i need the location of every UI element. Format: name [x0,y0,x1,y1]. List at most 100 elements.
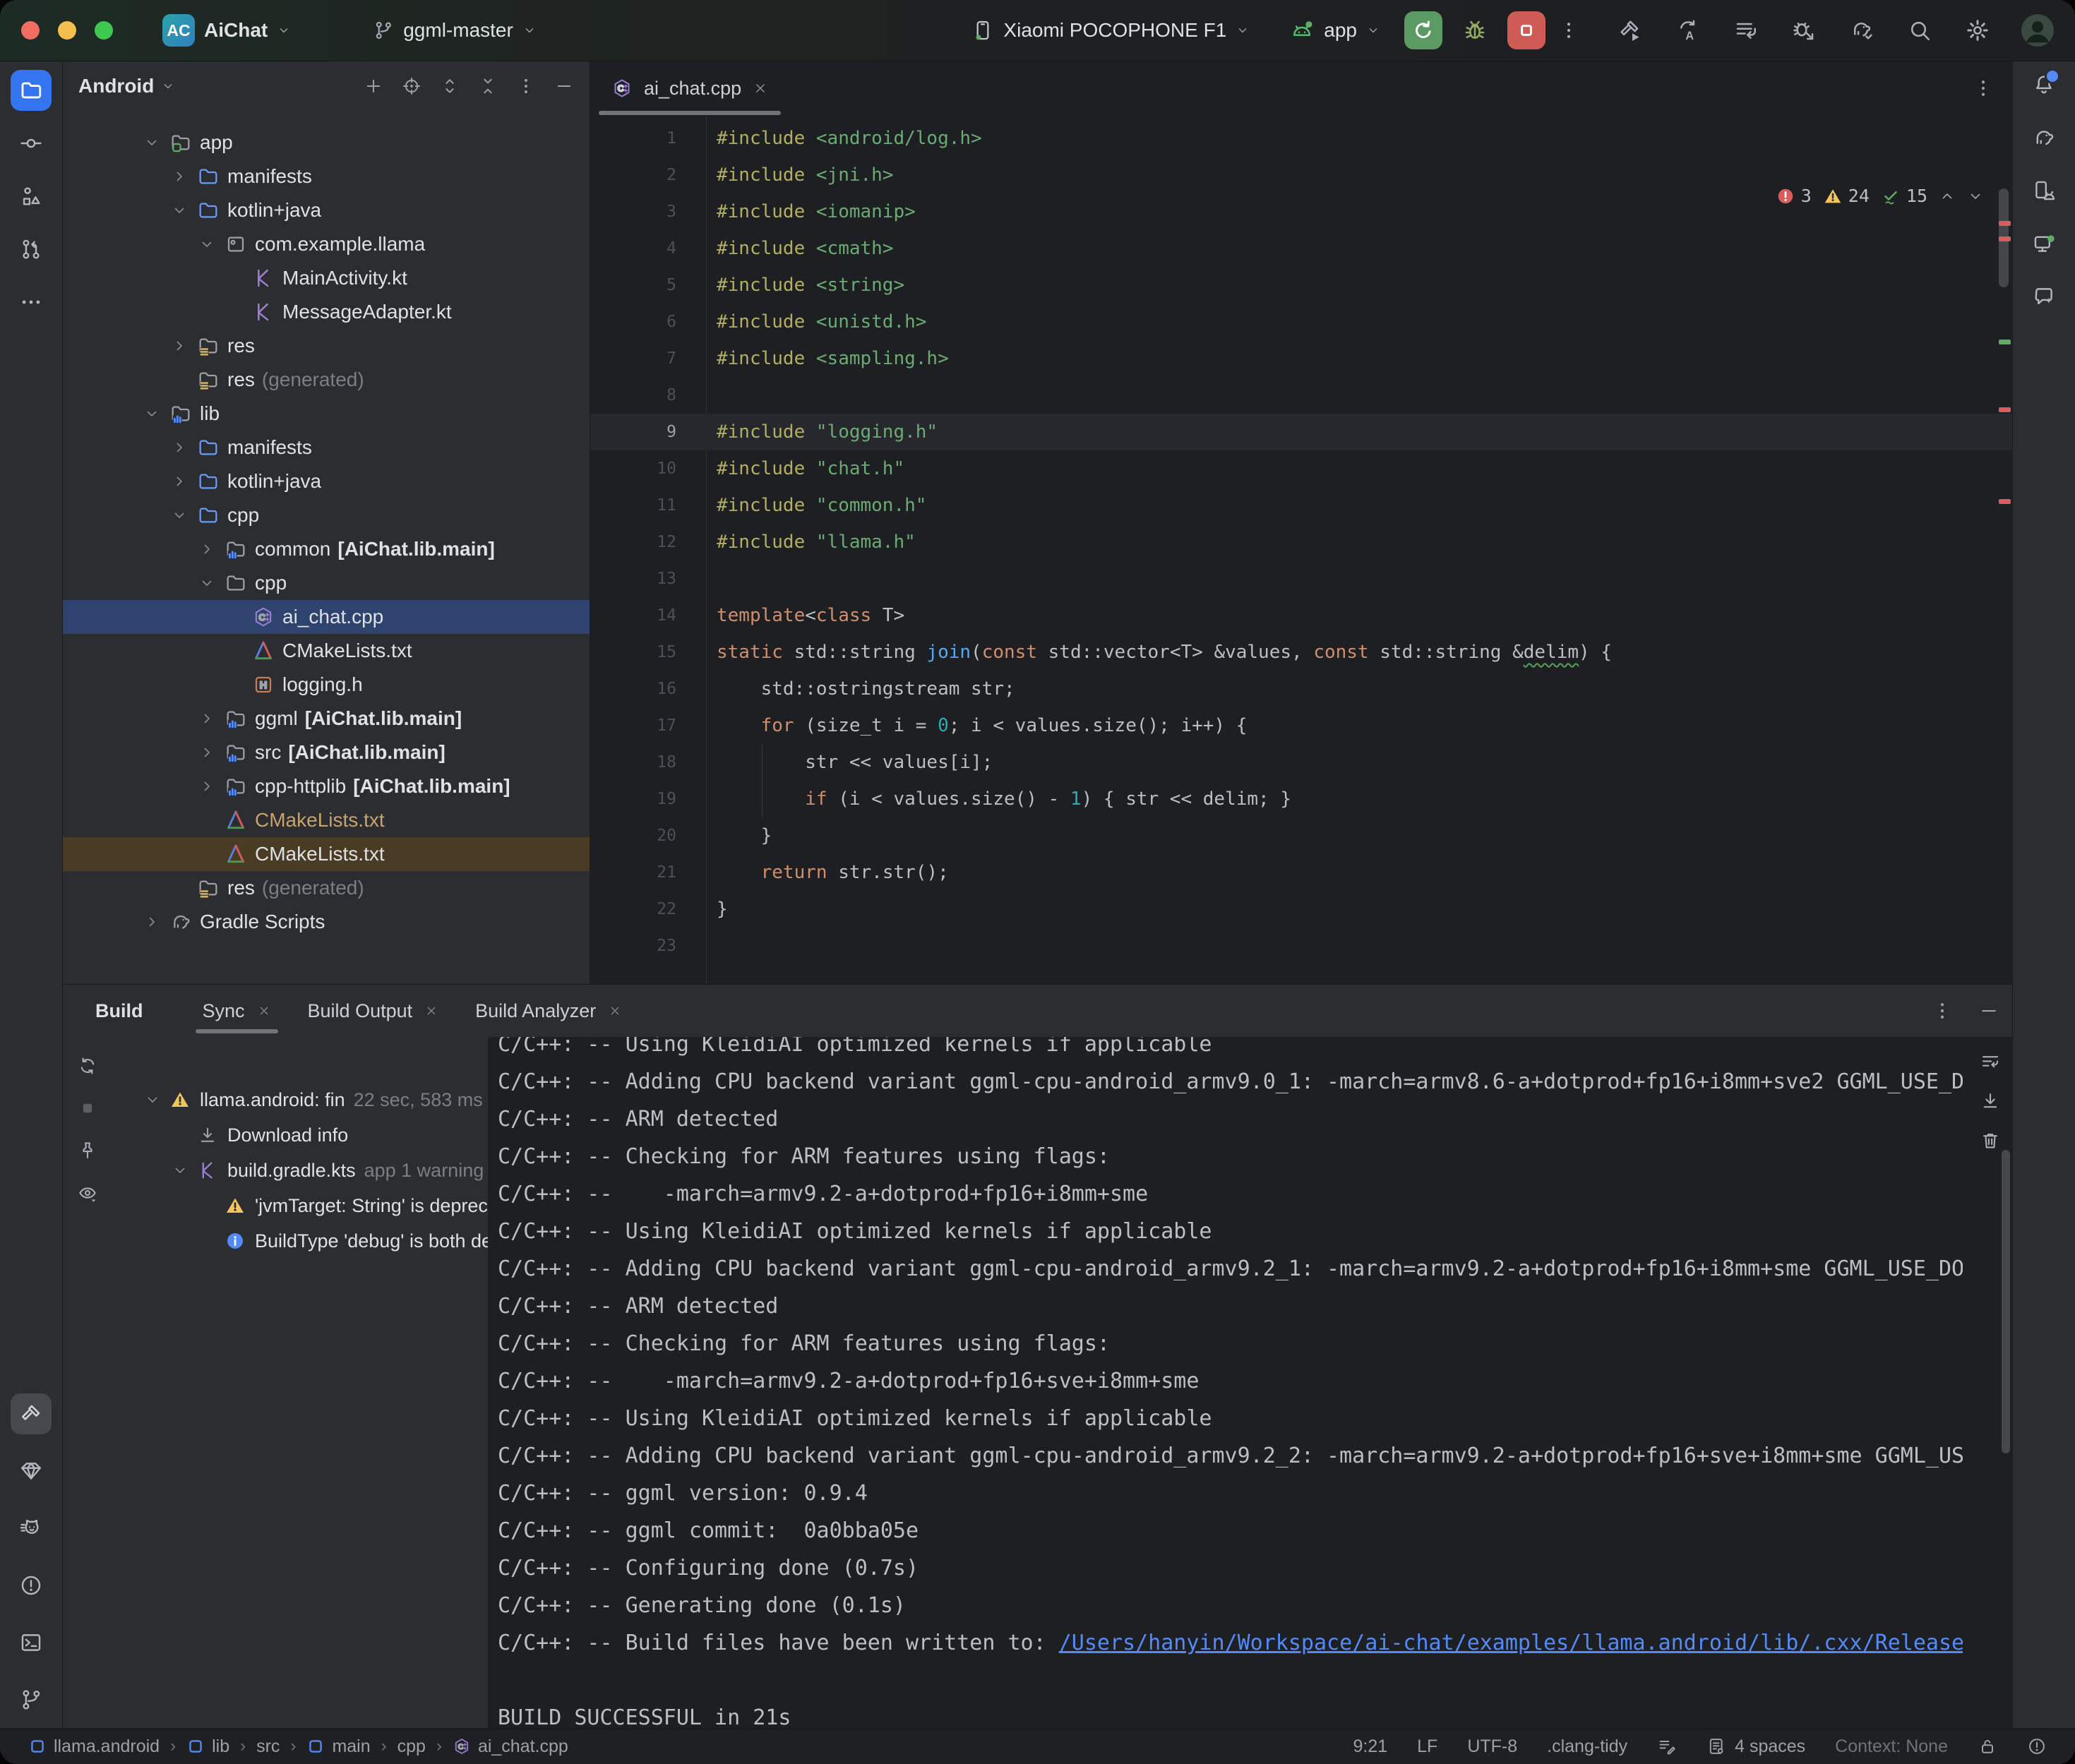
error-stripe-mark[interactable] [1999,236,2011,241]
project-tree-item-manifests[interactable]: manifests [63,160,590,193]
tool-strip-notifications[interactable] [2023,64,2064,105]
project-tree-item-kotlin-java[interactable]: kotlin+java [63,464,590,498]
code-line-19[interactable]: 19 if (i < values.size() - 1) { str << d… [590,781,2012,817]
close-tab-icon[interactable] [257,1004,271,1018]
project-tree-item-common-aichat-lib-main[interactable]: common[AiChat.lib.main] [63,532,590,566]
build-output-console[interactable]: C/C++: -- Using KleidiAI optimized kerne… [488,1037,2012,1729]
errors-count[interactable]: 3 [1776,186,1812,206]
console-scrollbar[interactable] [2002,1150,2010,1453]
code-line-12[interactable]: 12#include "llama.h" [590,524,2012,560]
project-tree-item-cpp[interactable]: cpp [63,566,590,600]
project-tree-item-src-aichat-lib-main[interactable]: src[AiChat.lib.main] [63,736,590,769]
tool-strip-terminal[interactable] [11,1622,52,1663]
tool-strip-problems[interactable] [11,1565,52,1606]
chevron-collapsed-icon[interactable] [194,541,220,558]
scroll-end-icon[interactable] [1980,1091,2001,1112]
warnings-count[interactable]: 24 [1823,186,1870,206]
code-line-10[interactable]: 10#include "chat.h" [590,450,2012,487]
code-line-11[interactable]: 11#include "common.h" [590,487,2012,524]
project-tree-item-res[interactable]: res [63,329,590,363]
chevron-expanded-icon[interactable] [140,1091,165,1108]
chevron-collapsed-icon[interactable] [194,778,220,795]
tool-strip-commit[interactable] [11,123,52,164]
zoom-window-button[interactable] [95,21,113,40]
chevron-collapsed-icon[interactable] [167,473,192,490]
chevron-expanded-icon[interactable] [167,202,192,219]
project-view-selector[interactable]: Android [78,75,154,97]
status-clang-tidy[interactable]: .clang-tidy [1547,1736,1627,1757]
chevron-expanded-icon[interactable] [139,134,165,151]
code-line-9[interactable]: 9#include "logging.h" [590,414,2012,450]
chevron-collapsed-icon[interactable] [194,744,220,761]
chevron-collapsed-icon[interactable] [194,710,220,727]
project-tree-item-lib[interactable]: lib [63,397,590,431]
project-tree-item-gradle-scripts[interactable]: Gradle Scripts [63,905,590,939]
build-tree-item-build-gradle-kts[interactable]: build.gradle.ktsapp 1 warning [112,1153,488,1188]
build-tree-item-download-info[interactable]: Download info [112,1117,488,1153]
plus-icon[interactable] [364,76,383,96]
minus-icon[interactable] [554,76,574,96]
code-line-21[interactable]: 21 return str.str(); [590,854,2012,891]
rerun-button[interactable] [1404,11,1442,49]
breadcrumb-item-lib[interactable]: lib [186,1736,229,1757]
tool-strip-gradle[interactable] [2023,117,2064,158]
run-configuration-selector[interactable]: app [1289,18,1380,43]
code-line-5[interactable]: 5#include <string> [590,267,2012,304]
project-tree-item-kotlin-java[interactable]: kotlin+java [63,193,590,227]
code-line-1[interactable]: 1#include <android/log.h> [590,120,2012,157]
project-tree-item-manifests[interactable]: manifests [63,431,590,464]
user-avatar[interactable] [2021,14,2054,47]
code-line-16[interactable]: 16 std::ostringstream str; [590,671,2012,707]
search-icon[interactable] [1907,18,1932,43]
build-output-path-link[interactable]: /Users/hanyin/Workspace/ai-chat/examples… [1059,1631,1963,1655]
build-tree-item-buildtype-debug-is-both-de[interactable]: BuildType 'debug' is both de [112,1223,488,1259]
pin-icon[interactable] [77,1140,98,1161]
chevron-down-icon[interactable] [161,79,175,93]
close-tab-icon[interactable] [753,80,768,96]
project-tree-item-ai-chat-cpp[interactable]: Cai_chat.cpp [63,600,590,634]
error-stripe-mark[interactable] [1999,407,2011,412]
breadcrumb-item-llama-android[interactable]: llama.android [28,1736,160,1757]
code-line-6[interactable]: 6#include <unistd.h> [590,304,2012,340]
chevron-expanded-icon[interactable] [194,236,220,253]
minus-icon[interactable] [1978,1000,1999,1021]
status-resource-context[interactable]: Context: None [1835,1736,1948,1757]
target-icon[interactable] [402,76,421,96]
project-tree-item-res[interactable]: res(generated) [63,363,590,397]
chevron-collapsed-icon[interactable] [167,439,192,456]
error-stripe-mark[interactable] [1999,499,2011,504]
build-tab-build-output[interactable]: Build Output [289,985,458,1037]
chev-up-icon[interactable] [1939,188,1956,205]
project-tree-item-cpp-httplib-aichat-lib-main[interactable]: cpp-httplib[AiChat.lib.main] [63,769,590,803]
trash-icon[interactable] [1980,1130,2001,1151]
editor-options-icon[interactable] [1973,78,1994,99]
breadcrumb-item-src[interactable]: src [256,1736,280,1757]
tool-strip-running-devices[interactable] [2023,223,2064,264]
error-stripe-mark[interactable] [1999,221,2011,226]
project-tree-item-logging-h[interactable]: Hlogging.h [63,668,590,702]
close-tab-icon[interactable] [424,1004,438,1018]
status-file-encoding[interactable]: UTF-8 [1467,1736,1517,1757]
status-line-separator[interactable]: LF [1417,1736,1437,1757]
project-tree-item-com-example-llama[interactable]: com.example.llama [63,227,590,261]
inspections-widget[interactable]: 32415 [1776,186,1984,206]
chevron-expanded-icon[interactable] [194,575,220,592]
tool-strip-pull-requests[interactable] [11,229,52,270]
stop-button[interactable] [1507,11,1545,49]
bug-arrow-icon[interactable] [1791,18,1817,43]
debug-bug-icon[interactable] [1462,18,1488,43]
project-tree-item-app[interactable]: app [63,126,590,160]
error-stripe-mark[interactable] [1999,340,2011,344]
project-tree-item-cmakelists-txt[interactable]: CMakeLists.txt [63,837,590,871]
hammer-play-icon[interactable] [1617,18,1643,43]
gradle-sync-icon[interactable] [1849,18,1874,43]
build-tab-build-analyzer[interactable]: Build Analyzer [457,985,640,1037]
code-line-7[interactable]: 7#include <sampling.h> [590,340,2012,377]
code-editor[interactable]: 1#include <android/log.h>2#include <jni.… [590,115,2012,984]
chevron-expanded-icon[interactable] [168,1162,192,1179]
tool-strip-more-tool-windows[interactable] [11,282,52,323]
gear-icon[interactable] [1965,18,1990,43]
chevron-expanded-icon[interactable] [167,507,192,524]
sync-a-icon[interactable]: A [1675,18,1701,43]
close-tab-icon[interactable] [608,1004,622,1018]
